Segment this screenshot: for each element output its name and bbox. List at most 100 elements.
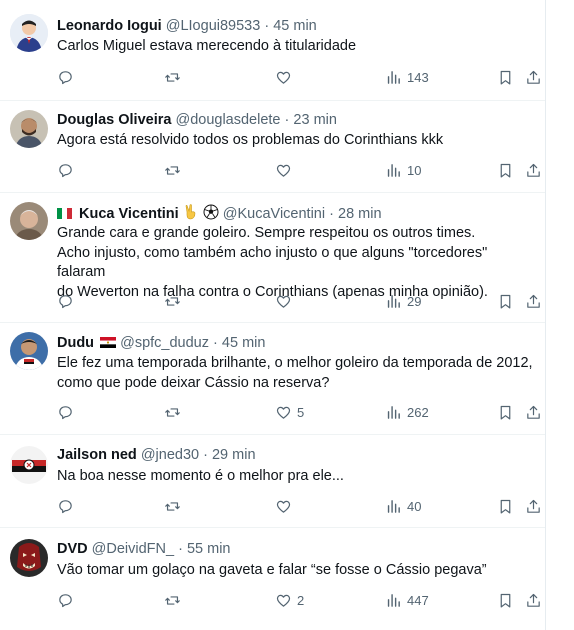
retweet-icon <box>165 501 180 511</box>
like-button[interactable]: 2 <box>275 590 304 610</box>
avatar[interactable] <box>10 539 48 577</box>
bookmark-button[interactable] <box>497 402 514 422</box>
retweet-button[interactable] <box>164 291 181 311</box>
view-count: 10 <box>407 162 422 178</box>
author-name[interactable]: Jailson ned <box>57 447 137 463</box>
timestamp[interactable]: 45 min <box>222 335 266 351</box>
separator: · <box>213 335 218 351</box>
reply-button[interactable] <box>57 67 74 87</box>
views-button[interactable]: 143 <box>385 67 429 87</box>
separator: · <box>178 541 183 557</box>
action-bar: 40 <box>57 496 545 516</box>
share-button[interactable] <box>525 67 542 87</box>
tweet-text-line: Grande cara e grande goleiro. Sempre res… <box>57 225 476 241</box>
tweet-card[interactable]: Leonardo Iogui @LIogui89533 · 45 min Car… <box>0 0 545 101</box>
views-button[interactable]: 262 <box>385 402 429 422</box>
reply-button[interactable] <box>57 160 74 180</box>
reply-icon <box>59 70 72 84</box>
like-icon <box>276 406 291 419</box>
views-button[interactable]: 447 <box>385 590 429 610</box>
author-handle[interactable]: @KucaVicentini <box>223 206 325 222</box>
views-icon <box>387 499 400 513</box>
reply-button[interactable] <box>57 291 74 311</box>
views-button[interactable]: 10 <box>385 160 421 180</box>
author-name[interactable]: Dudu <box>57 335 94 351</box>
timestamp[interactable]: 45 min <box>273 18 317 34</box>
tweet-card[interactable]: Jailson ned @jned30 · 29 min Na boa ness… <box>0 434 545 528</box>
avatar[interactable] <box>10 332 48 370</box>
reply-button[interactable] <box>57 496 74 516</box>
tweet-card[interactable]: Kuca Vicentini @KucaVicentini · 28 min G… <box>0 192 545 323</box>
views-button[interactable]: 40 <box>385 496 421 516</box>
like-button[interactable] <box>275 496 297 516</box>
views-icon <box>387 405 400 419</box>
tweet-card[interactable]: Dudu @spfc_duduz · 45 min Ele fez uma te… <box>0 322 545 435</box>
bookmark-button[interactable] <box>497 67 514 87</box>
reply-icon <box>59 405 72 419</box>
author-handle[interactable]: @douglasdelete <box>175 112 280 128</box>
tweet-text-line: Ele fez uma temporada brilhante, o melho… <box>57 355 533 371</box>
separator: · <box>264 18 270 34</box>
tweet-card[interactable]: DVD @DeividFN_ · 55 min Vão tomar um gol… <box>0 527 545 630</box>
share-icon <box>527 294 540 308</box>
author-name[interactable]: DVD <box>57 541 88 557</box>
like-button[interactable]: 5 <box>275 402 304 422</box>
timestamp[interactable]: 55 min <box>187 541 231 557</box>
share-button[interactable] <box>525 590 542 610</box>
author-name[interactable]: Douglas Oliveira <box>57 112 171 128</box>
like-button[interactable] <box>275 291 297 311</box>
tweet-text: Agora está resolvido todos os problemas … <box>57 131 537 151</box>
action-bar: 10 <box>57 160 545 180</box>
avatar[interactable] <box>10 14 48 52</box>
like-button[interactable] <box>275 67 297 87</box>
retweet-button[interactable] <box>164 160 181 180</box>
reply-icon <box>59 163 72 177</box>
timestamp[interactable]: 28 min <box>338 206 382 222</box>
avatar[interactable] <box>10 202 48 240</box>
share-button[interactable] <box>525 496 542 516</box>
avatar[interactable] <box>10 446 48 484</box>
bookmark-icon <box>500 593 511 607</box>
timestamp[interactable]: 29 min <box>212 447 256 463</box>
action-bar: 2 447 <box>57 590 545 610</box>
view-count: 29 <box>407 293 422 309</box>
tweet-text-line: Agora está resolvido todos os problemas … <box>57 132 444 148</box>
share-button[interactable] <box>525 160 542 180</box>
retweet-button[interactable] <box>164 67 181 87</box>
tweet-card[interactable]: Douglas Oliveira @douglasdelete · 23 min… <box>0 100 545 193</box>
reply-button[interactable] <box>57 590 74 610</box>
author-handle[interactable]: @DeividFN_ <box>92 541 174 557</box>
flag-icon <box>100 337 117 348</box>
italy-flag-icon <box>57 208 72 219</box>
tweet-text-line: Acho injusto, como também acho injusto o… <box>57 244 488 281</box>
share-button[interactable] <box>525 402 542 422</box>
view-count: 262 <box>407 404 429 420</box>
author-handle[interactable]: @LIogui89533 <box>166 18 261 34</box>
retweet-button[interactable] <box>164 590 181 610</box>
like-icon <box>276 71 291 84</box>
bookmark-button[interactable] <box>497 590 514 610</box>
author-handle[interactable]: @spfc_duduz <box>120 335 209 351</box>
bookmark-button[interactable] <box>497 291 514 311</box>
reply-button[interactable] <box>57 402 74 422</box>
timestamp[interactable]: 23 min <box>293 112 337 128</box>
bookmark-button[interactable] <box>497 496 514 516</box>
share-button[interactable] <box>525 291 542 311</box>
author-name[interactable]: Kuca Vicentini <box>79 206 179 222</box>
views-button[interactable]: 29 <box>385 291 421 311</box>
retweet-button[interactable] <box>164 402 181 422</box>
like-count: 5 <box>297 404 305 420</box>
like-count: 2 <box>297 592 305 608</box>
share-icon <box>527 405 540 419</box>
like-icon <box>276 164 291 177</box>
reply-icon <box>59 294 72 308</box>
author-name[interactable]: Leonardo Iogui <box>57 18 162 34</box>
like-button[interactable] <box>275 160 297 180</box>
reply-icon <box>59 499 72 513</box>
share-icon <box>527 499 540 513</box>
avatar[interactable] <box>10 110 48 148</box>
like-icon <box>276 594 291 607</box>
bookmark-button[interactable] <box>497 160 514 180</box>
author-handle[interactable]: @jned30 <box>141 447 199 463</box>
retweet-button[interactable] <box>164 496 181 516</box>
